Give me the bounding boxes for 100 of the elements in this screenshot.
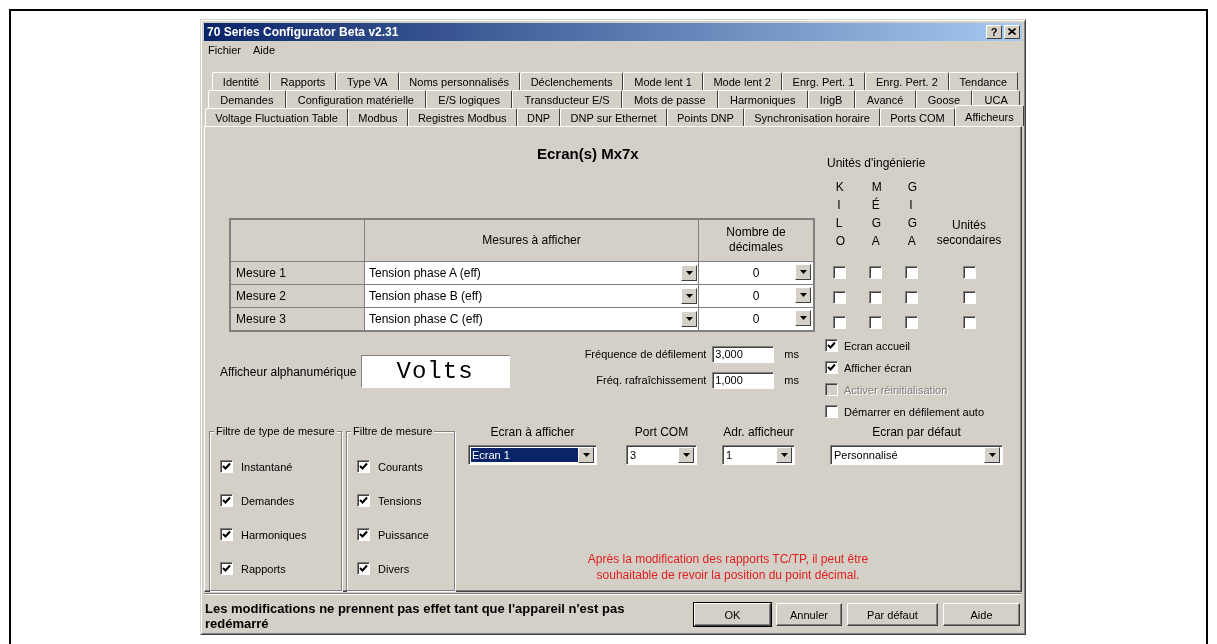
checkbox[interactable] — [832, 265, 846, 279]
dropdown-button[interactable] — [678, 446, 694, 463]
dropdown[interactable]: Ecran 1 — [468, 444, 597, 465]
checkbox[interactable] — [220, 562, 233, 576]
checkbox[interactable] — [825, 339, 838, 353]
row-label: Mesure 2 — [230, 284, 365, 308]
measure-dropdown[interactable]: Tension phase A (eff) — [365, 261, 698, 284]
column-header: Unités secondaires — [935, 217, 1003, 248]
field-label: Port COM — [634, 424, 689, 441]
dialog-button[interactable]: Annuler — [776, 603, 842, 626]
caret-icon — [988, 452, 996, 457]
caret-icon — [780, 452, 788, 457]
checkbox[interactable] — [357, 528, 370, 542]
window-title: 70 Series Configurator Beta v2.31 — [207, 24, 400, 39]
measure-dropdown[interactable]: Tension phase C (eff) — [365, 307, 698, 330]
decimals-dropdown[interactable]: 0 — [699, 261, 813, 284]
checkbox[interactable] — [357, 460, 370, 474]
field-label: Adr. afficheur — [723, 424, 794, 441]
row-label: Mesure 3 — [230, 307, 365, 331]
dropdown-button[interactable] — [578, 446, 594, 463]
checkbox-label: Démarrer en défilement auto — [844, 405, 984, 418]
units-heading: Unités d'ingénierie — [827, 155, 926, 170]
tab[interactable]: Déclenchements — [519, 71, 624, 90]
group-title: Filtre de type de mesure — [214, 424, 337, 437]
menu-item[interactable]: Aide — [253, 43, 276, 58]
checkbox-label: Afficher écran — [844, 361, 912, 374]
unit-label: ms — [784, 348, 799, 361]
dropdown[interactable]: 1 — [722, 444, 795, 465]
checkbox[interactable] — [825, 405, 838, 419]
checkbox-label: Divers — [378, 562, 410, 575]
field-label: Ecran à afficher — [490, 424, 575, 441]
close-icon — [1008, 28, 1016, 36]
status-message: Les modifications ne prennent pas effet tant que l'appareil n'est pas redémarré — [205, 601, 626, 631]
checkbox[interactable] — [904, 315, 918, 329]
dropdown-button[interactable] — [681, 264, 697, 281]
checkbox[interactable] — [962, 290, 976, 304]
dropdown-button[interactable] — [681, 287, 697, 304]
column-header: GIGA — [907, 178, 915, 250]
tab[interactable]: Enrg. Pert. 2 — [865, 71, 949, 90]
warning-note: Après la modification des rapports TC/TP, il peut être souhaitable de revoir la position du point décimal. — [586, 551, 870, 583]
tab[interactable]: Mode lent 1 — [623, 71, 703, 90]
checkbox[interactable] — [825, 361, 838, 375]
unit-label: ms — [784, 374, 799, 387]
tab[interactable]: Noms personnalisés — [398, 71, 520, 90]
caret-icon — [799, 292, 807, 297]
checkbox[interactable] — [832, 290, 846, 304]
checkbox-label: Puissance — [378, 528, 429, 541]
checkbox[interactable] — [220, 460, 233, 474]
caret-icon — [799, 269, 807, 274]
caret-icon — [685, 270, 693, 275]
dropdown[interactable]: 3 — [626, 444, 697, 465]
checkbox[interactable] — [962, 315, 976, 329]
checkbox[interactable] — [832, 315, 846, 329]
help-button[interactable]: ? — [986, 24, 1002, 39]
dropdown-button[interactable] — [681, 310, 697, 327]
tab[interactable]: Mode lent 2 — [702, 71, 782, 90]
dropdown-button[interactable] — [795, 309, 811, 326]
checkbox-label: Rapports — [241, 562, 286, 575]
checkbox[interactable] — [904, 290, 918, 304]
caret-icon — [682, 452, 690, 457]
checkbox[interactable] — [868, 265, 882, 279]
input-field[interactable]: 1,000 — [712, 371, 775, 389]
tab[interactable]: Identité — [212, 71, 270, 90]
tab[interactable]: Tendance — [948, 71, 1019, 90]
dropdown-button[interactable] — [776, 446, 792, 463]
checkbox[interactable] — [357, 562, 370, 576]
checkbox[interactable] — [904, 265, 918, 279]
tab[interactable]: Rapports — [269, 71, 337, 90]
checkbox[interactable] — [962, 265, 976, 279]
checkbox[interactable] — [868, 290, 882, 304]
dropdown[interactable]: Personnalisé — [830, 444, 1003, 465]
checkbox[interactable] — [220, 528, 233, 542]
dialog-button[interactable]: Par défaut — [847, 603, 938, 626]
dropdown-button[interactable] — [795, 263, 811, 280]
input-field[interactable]: 3,000 — [712, 345, 775, 363]
menu-item[interactable]: Fichier — [208, 43, 241, 58]
measure-dropdown[interactable]: Tension phase B (eff) — [365, 284, 698, 307]
decimals-dropdown[interactable]: 0 — [699, 307, 813, 330]
checkbox-label: Tensions — [378, 494, 422, 507]
dropdown-button[interactable] — [984, 446, 1000, 463]
checkbox-label: Harmoniques — [241, 528, 307, 541]
tab[interactable]: Enrg. Pert. 1 — [781, 71, 866, 90]
tab[interactable]: Type VA — [336, 71, 399, 90]
caret-icon — [685, 293, 693, 298]
dialog-button[interactable]: Aide — [943, 603, 1020, 626]
checkbox[interactable] — [220, 494, 233, 508]
dropdown-button[interactable] — [795, 286, 811, 303]
checkbox[interactable] — [357, 494, 370, 508]
caret-icon — [582, 452, 590, 457]
dialog-button[interactable]: OK — [694, 603, 771, 626]
checkbox-label: Demandes — [241, 494, 295, 507]
column-header: Nombre de décimales — [698, 218, 814, 262]
close-button[interactable] — [1004, 24, 1020, 39]
caret-icon — [799, 315, 807, 320]
checkbox-label: Instantané — [241, 460, 293, 473]
decimals-dropdown[interactable]: 0 — [699, 284, 813, 307]
checkbox[interactable] — [868, 315, 882, 329]
field-label: Fréq. rafraîchissement — [595, 374, 707, 387]
column-header: MÉGA — [871, 178, 879, 250]
caret-icon — [685, 316, 693, 321]
